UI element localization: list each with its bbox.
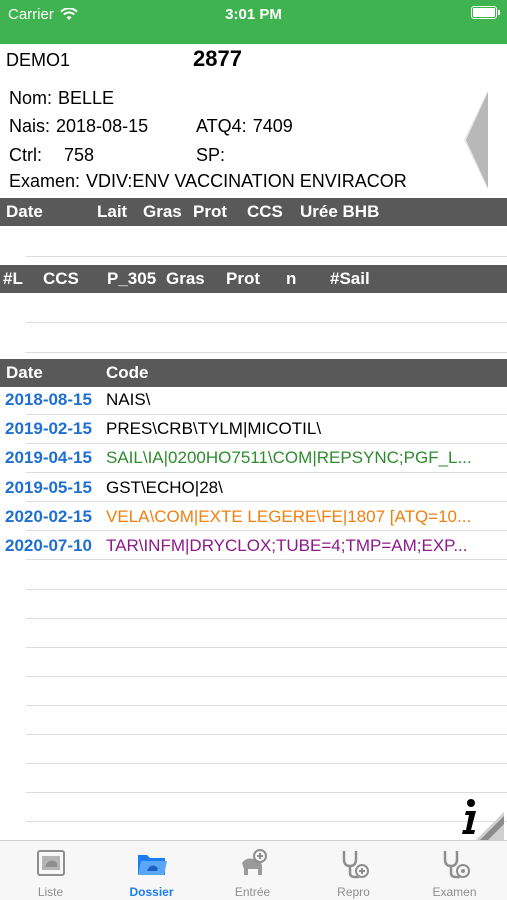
herd-name: DEMO1: [6, 50, 71, 70]
row-divider: [26, 705, 507, 706]
nais-field: Nais: 2018-08-15: [9, 116, 148, 137]
row-divider: [26, 443, 507, 444]
row-divider: [26, 530, 507, 531]
col-lact-num: #L: [3, 269, 23, 288]
event-row[interactable]: 2019-02-15 PRES\CRB\TYLM|MICOTIL\: [0, 415, 507, 445]
battery-icon: [471, 6, 500, 19]
event-date: 2019-04-15: [5, 448, 92, 467]
col-code: Code: [106, 363, 149, 382]
event-row[interactable]: 2020-02-15 VELA\COM|EXTE LEGERE\FE|1807 …: [0, 503, 507, 533]
tab-dossier[interactable]: Dossier: [101, 841, 202, 900]
col-lait: Lait: [97, 202, 128, 221]
nom-field: Nom: BELLE: [9, 88, 114, 109]
row-divider: [26, 821, 507, 822]
tab-repro[interactable]: Repro: [303, 841, 404, 900]
event-date: 2018-08-15: [5, 390, 92, 409]
event-date: 2019-02-15: [5, 419, 92, 438]
row-divider: [26, 501, 507, 502]
row-divider: [26, 734, 507, 735]
folder-icon: [137, 855, 167, 875]
row-divider: [26, 414, 507, 415]
tab-entree[interactable]: Entrée: [202, 841, 303, 900]
tab-label: Examen: [432, 885, 477, 899]
row-divider: [26, 256, 507, 257]
ctrl-label: Ctrl:: [9, 145, 42, 165]
event-row[interactable]: 2019-04-15 SAIL\IA|0200HO7511\COM|REPSYN…: [0, 444, 507, 474]
col-n: n: [286, 269, 297, 288]
row-divider: [26, 559, 507, 560]
col-prot: Prot: [226, 269, 260, 288]
row-divider: [26, 352, 507, 353]
nais-label: Nais:: [9, 116, 51, 136]
col-date: Date: [6, 202, 43, 221]
lactation-table-header: #L CCS P_305 Gras Prot n #Sail: [0, 265, 507, 293]
row-divider: [26, 647, 507, 648]
previous-animal-arrow-icon[interactable]: [466, 92, 488, 188]
row-divider: [26, 589, 507, 590]
col-date: Date: [6, 363, 43, 382]
event-code: NAIS\: [106, 390, 151, 409]
atq-label: ATQ4:: [196, 116, 247, 136]
nom-label: Nom:: [9, 88, 53, 108]
ctrl-field: Ctrl: 758: [9, 145, 94, 166]
row-divider: [26, 322, 507, 323]
examen-value: VDIV:ENV VACCINATION ENVIRACOR: [86, 171, 407, 191]
event-row[interactable]: 2019-05-15 GST\ECHO|28\: [0, 474, 507, 504]
examen-label: Examen:: [9, 171, 81, 191]
tab-liste[interactable]: Liste: [0, 841, 101, 900]
event-code: PRES\CRB\TYLM|MICOTIL\: [106, 419, 322, 438]
tab-label: Entrée: [234, 885, 271, 899]
examen-field: Examen: VDIV:ENV VACCINATION ENVIRACOR: [9, 171, 407, 192]
tab-examen[interactable]: Examen: [404, 841, 505, 900]
tab-label: Dossier: [129, 885, 174, 899]
row-divider: [26, 763, 507, 764]
row-divider: [26, 618, 507, 619]
clock: 3:01 PM: [225, 6, 282, 23]
info-icon[interactable]: [458, 794, 506, 842]
event-row[interactable]: 2018-08-15 NAIS\: [0, 386, 507, 416]
event-code: TAR\INFM|DRYCLOX;TUBE=4;TMP=AM;EXP...: [106, 536, 468, 555]
event-row[interactable]: 2020-07-10 TAR\INFM|DRYCLOX;TUBE=4;TMP=A…: [0, 532, 507, 562]
col-p305: P_305: [107, 269, 157, 288]
row-divider: [26, 792, 507, 793]
col-uree-bhb: Urée BHB: [300, 202, 380, 221]
nais-value: 2018-08-15: [56, 116, 149, 136]
status-bar: Carrier 3:01 PM: [0, 0, 507, 44]
tab-bar: Liste Dossier Entrée Repro Examen: [0, 840, 507, 900]
ctrl-value: 758: [64, 145, 95, 165]
events-table-header: Date Code: [0, 359, 507, 387]
event-date: 2020-07-10: [5, 536, 92, 555]
row-divider: [26, 472, 507, 473]
atq-field: ATQ4: 7409: [196, 116, 293, 137]
list-icon: [36, 850, 65, 876]
tab-label: Liste: [37, 885, 64, 899]
stethoscope-icon: [443, 851, 470, 879]
col-gras: Gras: [143, 202, 182, 221]
event-date: 2020-02-15: [5, 507, 92, 526]
event-code: GST\ECHO|28\: [106, 478, 223, 497]
event-code: VELA\COM|EXTE LEGERE\FE|1807 [ATQ=10...: [106, 507, 472, 526]
row-divider: [26, 676, 507, 677]
col-prot: Prot: [193, 202, 227, 221]
cow-add-icon: [241, 849, 267, 875]
nom-value: BELLE: [58, 88, 115, 108]
col-gras: Gras: [166, 269, 205, 288]
col-ccs: CCS: [43, 269, 79, 288]
col-ccs: CCS: [247, 202, 283, 221]
test-table-header: Date Lait Gras Prot CCS Urée BHB: [0, 198, 507, 226]
event-code: SAIL\IA|0200HO7511\COM|REPSYNC;PGF_L...: [106, 448, 472, 467]
sp-field: SP:: [196, 145, 231, 166]
atq-value: 7409: [252, 116, 293, 136]
sp-label: SP:: [196, 145, 226, 165]
event-date: 2019-05-15: [5, 478, 92, 497]
animal-number: 2877: [193, 46, 242, 71]
tab-label: Repro: [337, 885, 370, 899]
stethoscope-add-icon: [342, 851, 369, 879]
col-sail: #Sail: [330, 269, 370, 288]
